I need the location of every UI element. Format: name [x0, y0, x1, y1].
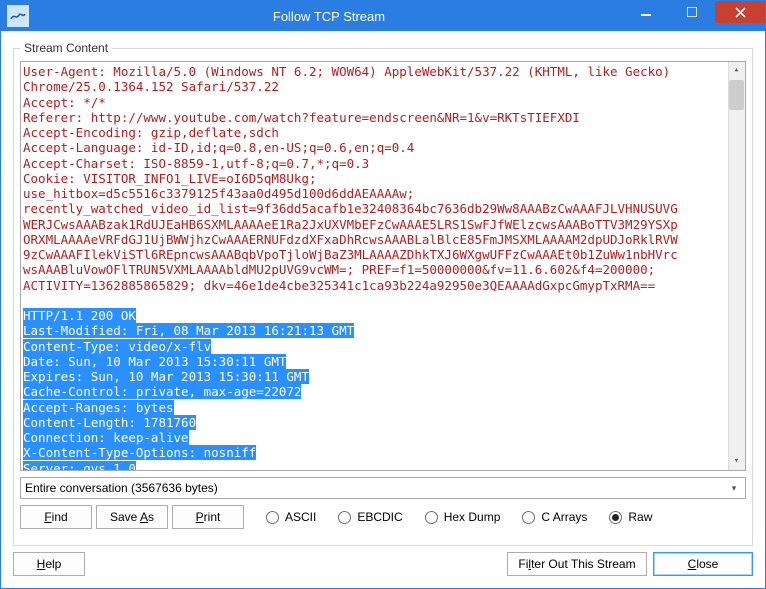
radio-label: C Arrays [541, 510, 587, 524]
radio-icon [425, 511, 438, 524]
response-line: Expires: Sun, 10 Mar 2013 15:30:11 GMT [23, 369, 309, 384]
action-row: Find Save As Print ASCII EBCDIC Hex Dump… [20, 505, 746, 529]
minimize-button[interactable] [623, 1, 669, 23]
close-button[interactable]: Close [653, 552, 753, 576]
request-line: User-Agent: Mozilla/5.0 (Windows NT 6.2;… [23, 64, 670, 79]
request-line: wsAAABluVowOFlTRUN5VXMLAAAAbldMU2pUVG9vc… [23, 262, 655, 277]
encoding-hexdump-radio[interactable]: Hex Dump [425, 510, 501, 524]
request-line: Cookie: VISITOR_INFO1_LIVE=oI6D5qM8Ukg; [23, 171, 317, 186]
radio-label: ASCII [285, 510, 316, 524]
find-button[interactable]: Find [20, 505, 92, 529]
scrollbar[interactable]: ▴ ▾ [728, 62, 745, 470]
scroll-thumb[interactable] [729, 80, 744, 110]
filter-out-stream-button[interactable]: Filter Out This Stream [507, 552, 647, 576]
radio-icon [609, 511, 622, 524]
stream-content-legend: Stream Content [20, 41, 112, 55]
radio-icon [266, 511, 279, 524]
request-line: ACTIVITY=1362885865829; dkv=46e1de4cbe32… [23, 278, 655, 293]
close-window-button[interactable] [715, 1, 765, 23]
save-as-button[interactable]: Save As [96, 505, 168, 529]
response-line: Content-Type: video/x-flv [23, 339, 211, 354]
radio-label: EBCDIC [357, 510, 402, 524]
encoding-raw-radio[interactable]: Raw [609, 510, 652, 524]
maximize-button[interactable] [669, 1, 715, 23]
radio-icon [522, 511, 535, 524]
response-line: X-Content-Type-Options: nosniff [23, 445, 256, 460]
request-line: WERJCwsAAABzak1RdUJEaHB6SXMLAAAAeE1Ra2Jx… [23, 217, 678, 232]
conversation-select[interactable]: Entire conversation (3567636 bytes) ▾ [20, 477, 746, 499]
conversation-select-value: Entire conversation (3567636 bytes) [25, 481, 218, 495]
bottom-button-row: Help Filter Out This Stream Close [13, 552, 753, 576]
radio-label: Raw [628, 510, 652, 524]
request-line: Accept-Encoding: gzip,deflate,sdch [23, 125, 279, 140]
scroll-up-icon[interactable]: ▴ [728, 62, 745, 79]
encoding-ascii-radio[interactable]: ASCII [266, 510, 316, 524]
wireshark-icon [7, 5, 29, 27]
request-line: Chrome/25.0.1364.152 Safari/537.22 [23, 79, 279, 94]
client-area: Stream Content User-Agent: Mozilla/5.0 (… [1, 31, 765, 584]
titlebar: Follow TCP Stream [1, 1, 765, 31]
window-title: Follow TCP Stream [35, 9, 623, 24]
request-line: Accept-Charset: ISO-8859-1,utf-8;q=0.7,*… [23, 156, 369, 171]
print-button[interactable]: Print [172, 505, 244, 529]
stream-text-view[interactable]: User-Agent: Mozilla/5.0 (Windows NT 6.2;… [20, 61, 746, 471]
response-line: Connection: keep-alive [23, 430, 189, 445]
request-line: Accept: */* [23, 95, 106, 110]
help-button[interactable]: Help [13, 552, 85, 576]
encoding-ebcdic-radio[interactable]: EBCDIC [338, 510, 402, 524]
response-line: Accept-Ranges: bytes [23, 400, 174, 415]
encoding-carrays-radio[interactable]: C Arrays [522, 510, 587, 524]
radio-icon [338, 511, 351, 524]
request-line: Referer: http://www.youtube.com/watch?fe… [23, 110, 580, 125]
response-line: HTTP/1.1 200 OK [23, 308, 136, 323]
chevron-down-icon: ▾ [725, 479, 743, 497]
response-line: Content-Length: 1781760 [23, 415, 196, 430]
response-line: Last-Modified: Fri, 08 Mar 2013 16:21:13… [23, 323, 354, 338]
request-line: use_hitbox=d5c5516c3379125f43aa0d495d100… [23, 186, 414, 201]
response-line: Cache-Control: private, max-age=22072 [23, 384, 301, 399]
window-controls [623, 1, 765, 31]
response-line: Date: Sun, 10 Mar 2013 15:30:11 GMT [23, 354, 286, 369]
request-line: recently_watched_video_id_list=9f36dd5ac… [23, 201, 678, 216]
request-line: ORXMLAAAAeVRFdGJ1UjBWWjhzCwAAAERNUFdzdXF… [23, 232, 678, 247]
stream-content-group: Stream Content User-Agent: Mozilla/5.0 (… [13, 41, 753, 546]
request-line: 9zCwAAAFIlekViSTl6REpncwsAAABqbVpoTjloWj… [23, 247, 678, 262]
scroll-down-icon[interactable]: ▾ [728, 453, 745, 470]
radio-label: Hex Dump [444, 510, 501, 524]
request-line: Accept-Language: id-ID,id;q=0.8,en-US;q=… [23, 140, 414, 155]
response-line: Server: gvs 1.0 [23, 461, 136, 472]
